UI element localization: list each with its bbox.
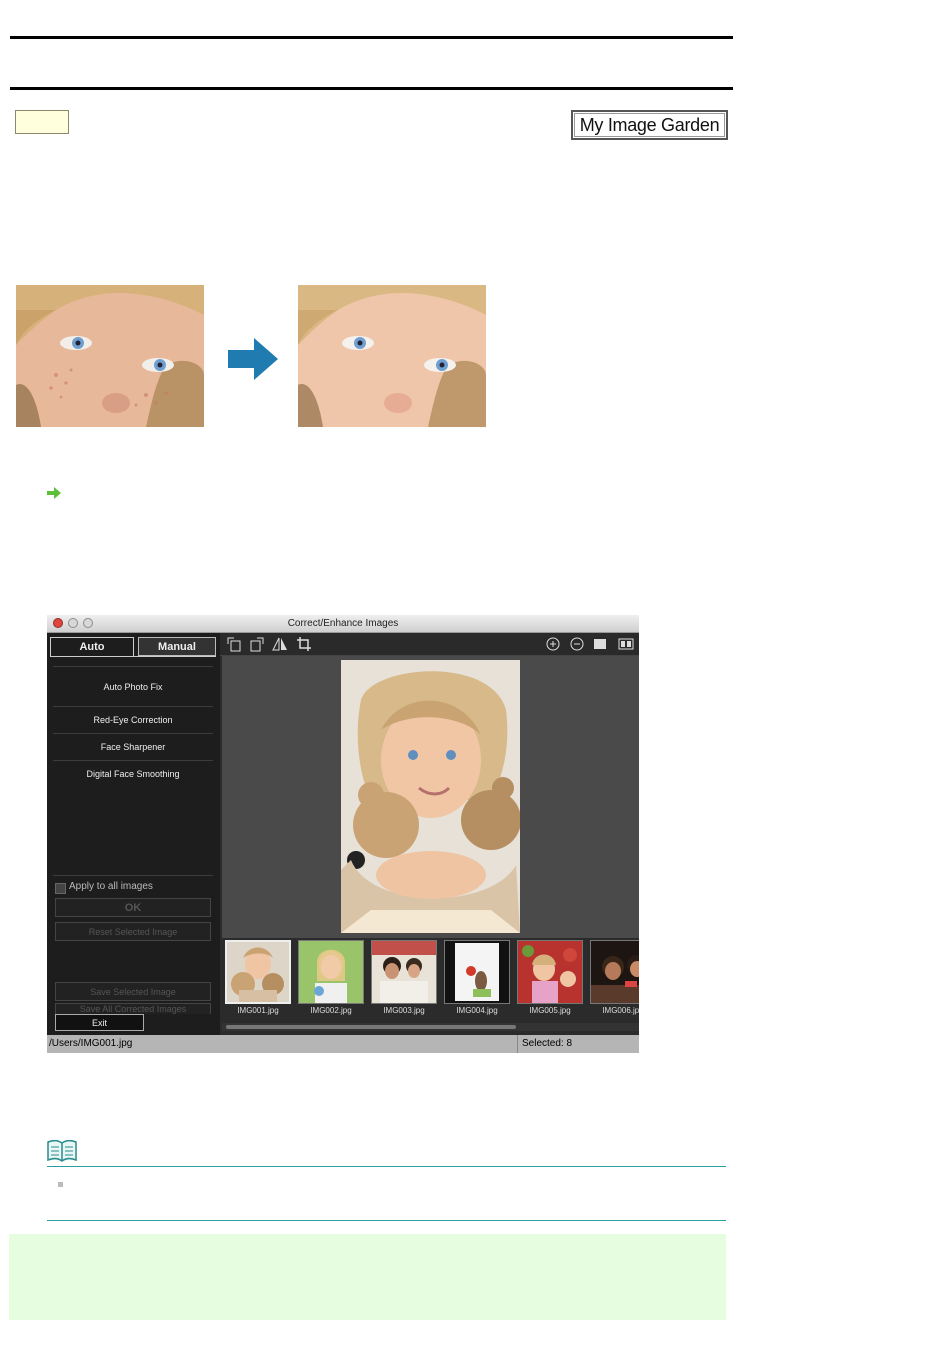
minimize-icon[interactable] xyxy=(68,618,78,628)
thumbnail-image xyxy=(444,940,510,1004)
ok-button[interactable]: OK xyxy=(55,898,211,917)
thumbnail-label: IMG006.jpg xyxy=(602,1006,639,1015)
zoom-in-icon[interactable] xyxy=(545,636,561,652)
green-arrow-icon[interactable] xyxy=(47,486,61,504)
correction-panel: Auto Manual Auto Photo Fix Red-Eye Corre… xyxy=(47,633,220,1035)
footer-band xyxy=(9,1234,726,1320)
after-face-image xyxy=(298,285,486,427)
thumbnail-image xyxy=(517,940,583,1004)
apply-all-checkbox[interactable] xyxy=(55,883,66,894)
status-path: /Users/IMG001.jpg xyxy=(49,1038,133,1049)
thumbnail-label: IMG003.jpg xyxy=(383,1006,425,1015)
tab-divider xyxy=(50,656,216,657)
full-view-icon[interactable] xyxy=(592,636,608,652)
preview-photo xyxy=(341,660,520,933)
save-selected-button[interactable]: Save Selected Image xyxy=(55,982,211,1001)
tab-manual[interactable]: Manual xyxy=(138,637,216,656)
zoom-icon[interactable] xyxy=(83,618,93,628)
thumbnail-image xyxy=(225,940,291,1004)
image-toolbar xyxy=(220,633,639,656)
thumbnail-label: IMG001.jpg xyxy=(237,1006,279,1015)
note-bottom-rule xyxy=(47,1220,726,1221)
title-rule xyxy=(10,87,733,90)
window-titlebar: Correct/Enhance Images xyxy=(47,615,639,633)
scrollbar-thumb[interactable] xyxy=(226,1025,516,1029)
thumbnail-item[interactable]: IMG004.jpg xyxy=(444,940,510,1016)
thumbnail-strip: IMG001.jpg IMG002.jpg IMG003.jpg IMG004.… xyxy=(222,938,639,1018)
right-arrow-icon xyxy=(228,338,278,385)
close-icon[interactable] xyxy=(53,618,63,628)
auto-photo-fix-button[interactable]: Auto Photo Fix xyxy=(53,666,213,706)
flip-icon[interactable] xyxy=(272,636,288,652)
thumbnail-item[interactable]: IMG006.jpg xyxy=(590,940,639,1016)
thumbnail-image xyxy=(371,940,437,1004)
crop-icon[interactable] xyxy=(296,636,312,652)
status-bar: /Users/IMG001.jpg Selected: 8 xyxy=(47,1035,639,1053)
auto-correction-list: Auto Photo Fix Red-Eye Correction Face S… xyxy=(53,666,213,787)
panel-divider xyxy=(53,875,213,876)
status-selected-count: Selected: 8 xyxy=(517,1035,639,1053)
thumbnail-image xyxy=(298,940,364,1004)
correct-enhance-window: Correct/Enhance Images Auto Manual Auto … xyxy=(47,615,639,1053)
book-icon xyxy=(47,1139,77,1167)
before-face-image xyxy=(16,285,204,427)
thumbnail-image xyxy=(590,940,639,1004)
category-tag xyxy=(15,110,69,134)
note-bullet xyxy=(58,1182,63,1187)
thumbnail-item[interactable]: IMG005.jpg xyxy=(517,940,583,1016)
thumbnail-item[interactable]: IMG001.jpg xyxy=(225,940,291,1016)
apply-all-label: Apply to all images xyxy=(69,881,153,892)
red-eye-correction-button[interactable]: Red-Eye Correction xyxy=(53,706,213,733)
exit-button[interactable]: Exit xyxy=(55,1014,144,1031)
preview-area xyxy=(222,656,639,938)
tab-auto[interactable]: Auto xyxy=(50,637,134,656)
thumbnail-item[interactable]: IMG003.jpg xyxy=(371,940,437,1016)
thumbnail-item[interactable]: IMG002.jpg xyxy=(298,940,364,1016)
thumbnail-label: IMG005.jpg xyxy=(529,1006,571,1015)
top-rule xyxy=(10,36,733,39)
rotate-left-icon[interactable] xyxy=(226,636,242,652)
save-all-button[interactable]: Save All Corrected Images xyxy=(55,1003,211,1014)
my-image-garden-badge: My Image Garden xyxy=(571,110,728,140)
face-sharpener-button[interactable]: Face Sharpener xyxy=(53,733,213,760)
thumbnail-scrollbar[interactable] xyxy=(222,1023,639,1031)
rotate-right-icon[interactable] xyxy=(249,636,265,652)
digital-face-smoothing-button[interactable]: Digital Face Smoothing xyxy=(53,760,213,787)
note-top-rule xyxy=(47,1166,726,1167)
compare-view-icon[interactable] xyxy=(618,636,634,652)
zoom-out-icon[interactable] xyxy=(569,636,585,652)
thumbnail-label: IMG002.jpg xyxy=(310,1006,352,1015)
window-title: Correct/Enhance Images xyxy=(287,618,399,629)
thumbnail-label: IMG004.jpg xyxy=(456,1006,498,1015)
reset-selected-button[interactable]: Reset Selected Image xyxy=(55,922,211,941)
